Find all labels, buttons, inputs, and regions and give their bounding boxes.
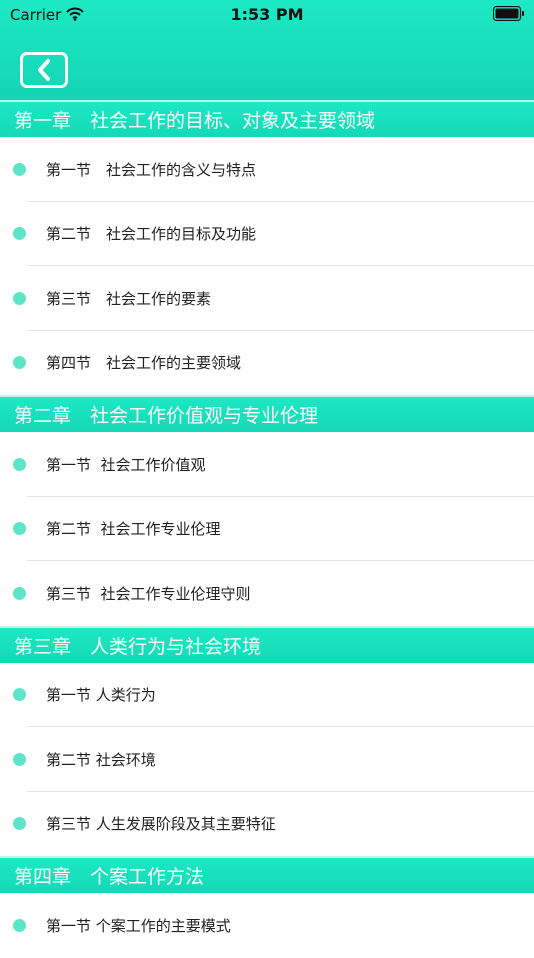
section-item[interactable]: 第一节 个案工作的主要模式: [0, 893, 534, 958]
bullet-dot-icon: [13, 688, 26, 702]
bullet-dot-icon: [13, 227, 26, 241]
back-button[interactable]: [20, 52, 68, 88]
section-label: 第一节 社会工作的含义与特点: [46, 160, 257, 179]
bullet-dot-icon: [13, 522, 26, 536]
section-item[interactable]: 第四节 社会工作的主要领域: [0, 331, 534, 396]
section-label: 第一节 社会工作价值观: [46, 455, 206, 474]
status-time: 1:53 PM: [230, 5, 304, 24]
section-label: 第三节 人生发展阶段及其主要特征: [46, 815, 276, 834]
bullet-dot-icon: [13, 752, 26, 766]
header-bar: Carrier 1:53 PM: [0, 0, 534, 100]
section-label: 第二节 社会工作的目标及功能: [46, 225, 257, 244]
chevron-left-icon: [38, 59, 50, 81]
section-item[interactable]: 第一节 社会工作的含义与特点: [0, 137, 534, 202]
battery-icon: [492, 5, 525, 25]
bullet-dot-icon: [13, 457, 26, 471]
section-label: 第二节 社会工作专业伦理: [46, 520, 221, 539]
chapter-header: 第二章 社会工作价值观与专业伦理: [0, 395, 534, 432]
chapter-header: 第三章 人类行为与社会环境: [0, 625, 534, 663]
section-label: 第三节 社会工作专业伦理守则: [46, 584, 251, 603]
chapter-header: 第一章 社会工作的目标、对象及主要领域: [0, 100, 534, 137]
section-item[interactable]: 第一节 社会工作价值观: [0, 432, 534, 497]
chapter-list: 第一章 社会工作的目标、对象及主要领域第一节 社会工作的含义与特点 第二节 社会工…: [0, 100, 534, 958]
section-label: 第一节 人类行为: [46, 686, 156, 705]
section-item[interactable]: 第二节 社会工作的目标及功能: [0, 202, 534, 267]
bullet-dot-icon: [13, 162, 26, 176]
bullet-dot-icon: [13, 356, 26, 370]
bullet-dot-icon: [13, 918, 26, 932]
section-item[interactable]: 第三节 人生发展阶段及其主要特征: [0, 792, 534, 857]
section-label: 第三节 社会工作的要素: [46, 289, 212, 308]
section-item[interactable]: 第三节 社会工作的要素: [0, 266, 534, 331]
status-bar: Carrier 1:53 PM: [0, 0, 534, 28]
bullet-dot-icon: [13, 586, 26, 600]
section-label: 第四节 社会工作的主要领域: [46, 354, 242, 373]
bullet-dot-icon: [13, 291, 26, 305]
section-item[interactable]: 第二节 社会工作专业伦理: [0, 497, 534, 562]
bullet-dot-icon: [13, 817, 26, 831]
section-label: 第一节 个案工作的主要模式: [46, 916, 231, 935]
chapter-header: 第四章 个案工作方法: [0, 856, 534, 893]
section-item[interactable]: 第三节 社会工作专业伦理守则: [0, 561, 534, 626]
section-item[interactable]: 第二节 社会环境: [0, 727, 534, 792]
section-label: 第二节 社会环境: [46, 750, 156, 769]
section-item[interactable]: 第一节 人类行为: [0, 663, 534, 728]
